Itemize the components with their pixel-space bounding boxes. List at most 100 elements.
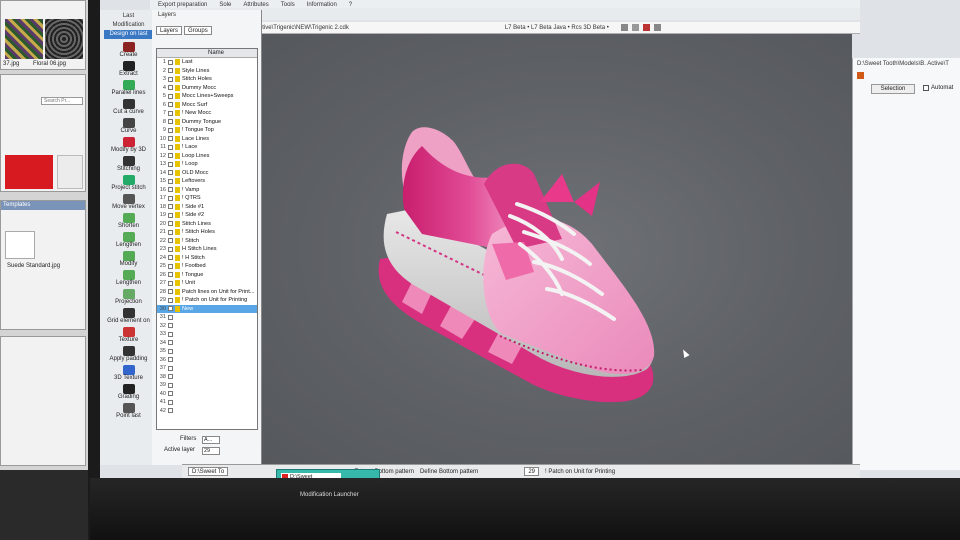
active-layer-field[interactable]: 29 — [202, 447, 220, 455]
table-row[interactable]: 13 ! Loop — [157, 160, 257, 169]
table-row[interactable]: 8 Dummy Tongue — [157, 118, 257, 127]
visibility-checkbox[interactable] — [168, 263, 173, 269]
visibility-checkbox[interactable] — [168, 399, 173, 405]
selection-button[interactable]: Selection — [871, 84, 915, 94]
table-row[interactable]: 27 ! Unit — [157, 279, 257, 288]
table-row[interactable]: 9 ! Tongue Top — [157, 126, 257, 135]
tool-stitching[interactable]: Stitching — [100, 156, 157, 172]
table-row[interactable]: 34 — [157, 339, 257, 348]
table-row[interactable]: 1 Last — [157, 58, 257, 67]
visibility-checkbox[interactable] — [168, 93, 173, 99]
visibility-checkbox[interactable] — [168, 340, 173, 346]
shoe-model[interactable] — [225, 34, 852, 466]
tool-apply-padding[interactable]: Apply padding — [100, 346, 157, 362]
visibility-checkbox[interactable] — [168, 127, 173, 133]
automatic-checkbox[interactable]: Automat — [923, 85, 953, 91]
thumbnail-floral-06[interactable] — [45, 19, 83, 59]
visibility-checkbox[interactable] — [168, 331, 173, 337]
visibility-checkbox[interactable] — [168, 246, 173, 252]
visibility-checkbox[interactable] — [168, 374, 173, 380]
table-row[interactable]: 22 ! Stitch — [157, 237, 257, 246]
visibility-checkbox[interactable] — [168, 178, 173, 184]
visibility-checkbox[interactable] — [168, 68, 173, 74]
3d-viewport[interactable] — [225, 34, 852, 466]
table-row[interactable]: 36 — [157, 356, 257, 365]
empty-swatch[interactable] — [57, 155, 83, 189]
table-row[interactable]: 6 Mocc Surf — [157, 101, 257, 110]
table-row[interactable]: 20 Stitch Lines — [157, 220, 257, 229]
table-row[interactable]: 17 ! QTRS — [157, 194, 257, 203]
view-tool-icon[interactable] — [620, 24, 628, 31]
tool-point-last[interactable]: Point last — [100, 403, 157, 419]
checkbox[interactable] — [923, 85, 929, 91]
visibility-checkbox[interactable] — [168, 110, 173, 116]
filters-field[interactable]: A... — [202, 436, 220, 444]
table-row[interactable]: 21 ! Stitch Holes — [157, 228, 257, 237]
table-row[interactable]: 5 Mocc Lines+Sweeps — [157, 92, 257, 101]
visibility-checkbox[interactable] — [168, 136, 173, 142]
table-row[interactable]: 4 Dummy Mocc — [157, 84, 257, 93]
status-layer-number[interactable]: 29 — [524, 467, 540, 476]
table-row[interactable]: 28 Patch lines on Unit for Print... — [157, 288, 257, 297]
warning-icon[interactable] — [642, 24, 650, 31]
visibility-checkbox[interactable] — [168, 280, 173, 286]
visibility-checkbox[interactable] — [168, 255, 173, 261]
visibility-checkbox[interactable] — [168, 357, 173, 363]
tool-curve[interactable]: Curve — [100, 118, 157, 134]
tool-extract[interactable]: Extract — [100, 61, 157, 77]
tool-create[interactable]: Create — [100, 42, 157, 58]
tab-design-on-last[interactable]: Design on last — [104, 30, 153, 39]
table-row[interactable]: 23 H Stitch Lines — [157, 245, 257, 254]
visibility-checkbox[interactable] — [168, 289, 173, 295]
status-define[interactable]: Define Bottom pattern — [420, 469, 478, 475]
visibility-checkbox[interactable] — [168, 59, 173, 65]
table-row[interactable]: 12 Loop Lines — [157, 152, 257, 161]
table-row[interactable]: 32 — [157, 322, 257, 331]
visibility-checkbox[interactable] — [168, 365, 173, 371]
thumbnail-floral[interactable] — [5, 19, 43, 59]
tool-texture[interactable]: Texture — [100, 327, 157, 343]
table-row[interactable]: 31 — [157, 313, 257, 322]
visibility-checkbox[interactable] — [168, 170, 173, 176]
visibility-checkbox[interactable] — [168, 119, 173, 125]
visibility-checkbox[interactable] — [168, 297, 173, 303]
table-row[interactable]: 41 — [157, 398, 257, 407]
search-input[interactable]: Search Pr... — [41, 97, 83, 105]
visibility-checkbox[interactable] — [168, 187, 173, 193]
visibility-checkbox[interactable] — [168, 76, 173, 82]
column-header-name[interactable]: Name — [157, 49, 257, 58]
tool-lengthen[interactable]: Lengthen — [100, 232, 157, 248]
tool-cut-a-curve[interactable]: Cut a curve — [100, 99, 157, 115]
visibility-checkbox[interactable] — [168, 221, 173, 227]
visibility-checkbox[interactable] — [168, 348, 173, 354]
table-row[interactable]: 40 — [157, 390, 257, 399]
table-row[interactable]: 15 Leftovers — [157, 177, 257, 186]
status-document[interactable]: D:\Sweet To — [188, 467, 229, 476]
visibility-checkbox[interactable] — [168, 212, 173, 218]
visibility-checkbox[interactable] — [168, 229, 173, 235]
visibility-checkbox[interactable] — [168, 306, 173, 312]
tool-shorten[interactable]: Shorten — [100, 213, 157, 229]
table-row[interactable]: 38 — [157, 373, 257, 382]
view-tool-icon[interactable] — [631, 24, 639, 31]
table-row[interactable]: 19 ! Side #2 — [157, 211, 257, 220]
tab-layers[interactable]: Layers — [156, 26, 183, 35]
tab-groups[interactable]: Groups — [184, 26, 212, 35]
red-swatch[interactable] — [5, 155, 53, 189]
table-row[interactable]: 39 — [157, 381, 257, 390]
tool-modify-by-3d[interactable]: Modify by 3D — [100, 137, 157, 153]
table-row[interactable]: 33 — [157, 330, 257, 339]
tool-modify[interactable]: Modify — [100, 251, 157, 267]
table-row[interactable]: 25 ! Footbed — [157, 262, 257, 271]
visibility-checkbox[interactable] — [168, 238, 173, 244]
suede-thumbnail[interactable] — [5, 231, 35, 259]
tool-parallel-lines[interactable]: Parallel lines — [100, 80, 157, 96]
tool-project-stitch[interactable]: Project stitch — [100, 175, 157, 191]
visibility-checkbox[interactable] — [168, 408, 173, 414]
visibility-checkbox[interactable] — [168, 323, 173, 329]
tool-projection[interactable]: Projection — [100, 289, 157, 305]
table-row[interactable]: 11 ! Lace — [157, 143, 257, 152]
visibility-checkbox[interactable] — [168, 144, 173, 150]
table-row[interactable]: 37 — [157, 364, 257, 373]
tool-move-vertex[interactable]: Move vertex — [100, 194, 157, 210]
